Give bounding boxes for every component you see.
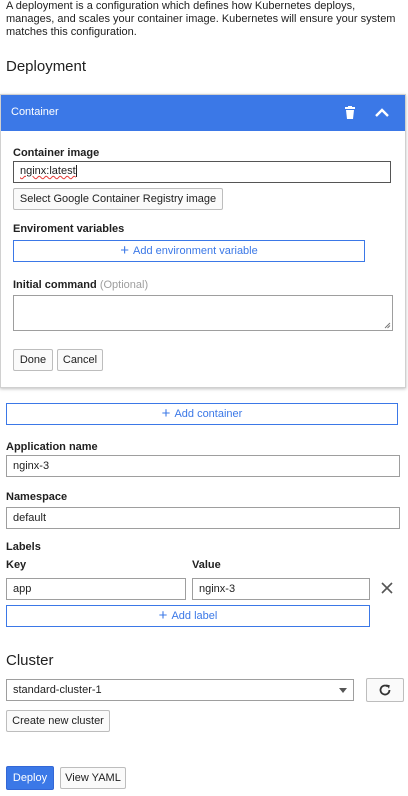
add-environment-variable-button[interactable]: + Add environment variable [13, 240, 365, 262]
select-registry-image-button[interactable]: Select Google Container Registry image [13, 188, 223, 210]
container-image-input[interactable]: nginx:latest [13, 161, 391, 183]
labels-key-header: Key [6, 559, 27, 571]
container-card-header: Container [1, 95, 405, 131]
environment-variables-label: Enviroment variables [13, 223, 125, 235]
container-card-title: Container [11, 106, 59, 118]
close-icon[interactable] [381, 582, 393, 594]
application-name-input[interactable]: nginx-3 [6, 455, 400, 477]
namespace-input[interactable]: default [6, 507, 400, 529]
refresh-cluster-button[interactable] [366, 678, 404, 702]
labels-title: Labels [6, 541, 41, 553]
container-card: Container Container image nginx:latest S… [0, 94, 406, 388]
cluster-select[interactable]: standard-cluster-1 [6, 679, 354, 701]
plus-icon: + [120, 242, 129, 259]
intro-text: A deployment is a configuration which de… [6, 0, 396, 38]
application-name-label: Application name [6, 441, 98, 453]
container-image-label: Container image [13, 147, 100, 159]
initial-command-label: Initial command (Optional) [13, 279, 148, 291]
add-environment-variable-label: Add environment variable [133, 245, 258, 257]
label-key-input[interactable]: app [6, 578, 186, 600]
plus-icon: + [158, 607, 168, 624]
refresh-icon [379, 684, 391, 696]
initial-command-label-text: Initial command [13, 279, 97, 291]
cluster-title: Cluster [6, 652, 54, 669]
create-new-cluster-button[interactable]: Create new cluster [6, 710, 110, 732]
resize-handle-icon[interactable] [384, 322, 391, 329]
add-container-button[interactable]: + Add container [6, 403, 398, 425]
chevron-down-icon [339, 688, 347, 693]
optional-hint: (Optional) [99, 279, 149, 291]
add-container-label: Add container [174, 408, 243, 420]
add-label-button[interactable]: + Add label [6, 605, 370, 627]
deploy-button[interactable]: Deploy [6, 766, 54, 790]
trash-icon[interactable] [343, 106, 357, 120]
chevron-up-icon[interactable] [373, 105, 391, 121]
labels-value-header: Value [192, 559, 221, 571]
namespace-label: Namespace [6, 491, 68, 503]
done-button[interactable]: Done [13, 349, 53, 371]
add-label-label: Add label [171, 610, 218, 622]
initial-command-textarea[interactable] [13, 295, 393, 331]
plus-icon: + [161, 405, 171, 422]
cluster-selected-value: standard-cluster-1 [13, 684, 102, 696]
cancel-button[interactable]: Cancel [57, 349, 103, 371]
deployment-title: Deployment [6, 58, 87, 75]
text-cursor [75, 165, 77, 178]
view-yaml-button[interactable]: View YAML [60, 767, 126, 789]
container-image-value: nginx:latest [20, 165, 76, 177]
label-value-input[interactable]: nginx-3 [192, 578, 370, 600]
